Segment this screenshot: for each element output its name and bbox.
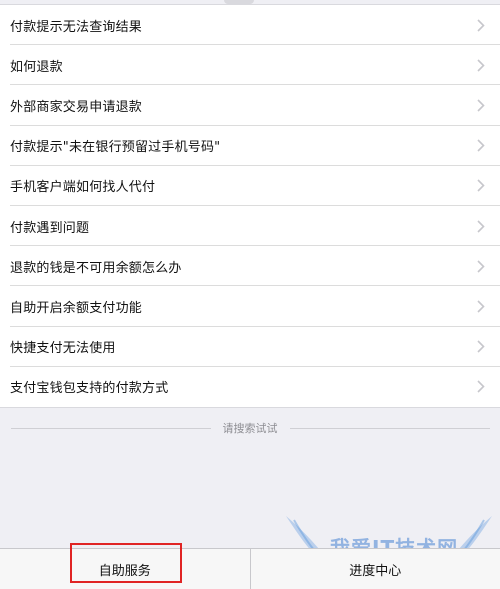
chevron-right-icon: [476, 299, 486, 313]
faq-list: 付款提示无法查询结果 如何退款 外部商家交易申请退款 付款提示"未在银行预留过手…: [0, 4, 500, 408]
highlight-box: [70, 543, 182, 583]
chevron-right-icon: [476, 58, 486, 72]
progress-center-tab-label: 进度中心: [349, 563, 402, 579]
faq-item[interactable]: 手机客户端如何找人代付: [0, 166, 500, 207]
faq-item[interactable]: 付款提示无法查询结果: [0, 5, 500, 46]
faq-item[interactable]: 快捷支付无法使用: [0, 327, 500, 367]
progress-center-tab[interactable]: 进度中心: [251, 549, 500, 589]
chevron-right-icon: [476, 98, 486, 112]
faq-item-label: 付款提示无法查询结果: [10, 19, 143, 35]
faq-item[interactable]: 外部商家交易申请退款: [0, 85, 500, 126]
faq-item[interactable]: 如何退款: [0, 45, 500, 86]
chevron-right-icon: [476, 18, 486, 32]
chevron-right-icon: [476, 340, 486, 354]
faq-item[interactable]: 自助开启余额支付功能: [0, 286, 500, 327]
faq-item-label: 付款遇到问题: [10, 220, 90, 236]
chevron-right-icon: [476, 219, 486, 233]
divider-line: [10, 427, 211, 429]
chevron-right-icon: [476, 259, 486, 273]
faq-item-label: 退款的钱是不可用余额怎么办: [10, 260, 182, 276]
faq-item-label: 付款提示"未在银行预留过手机号码": [10, 140, 221, 156]
search-hint-text[interactable]: 请搜索试试: [223, 420, 278, 436]
faq-item[interactable]: 退款的钱是不可用余额怎么办: [0, 246, 500, 287]
faq-item-label: 如何退款: [10, 59, 63, 75]
faq-item-label: 手机客户端如何找人代付: [10, 180, 156, 196]
faq-item-label: 支付宝钱包支持的付款方式: [10, 381, 169, 397]
chevron-right-icon: [476, 179, 486, 193]
faq-item[interactable]: 付款遇到问题: [0, 206, 500, 247]
faq-item[interactable]: 付款提示"未在银行预留过手机号码": [0, 126, 500, 166]
faq-item-label: 快捷支付无法使用: [10, 341, 116, 357]
search-hint-row: 请搜索试试: [0, 416, 500, 440]
faq-item-label: 外部商家交易申请退款: [10, 99, 143, 115]
chevron-right-icon: [476, 139, 486, 153]
faq-item-label: 自助开启余额支付功能: [10, 300, 143, 316]
chevron-right-icon: [476, 380, 486, 394]
divider-line: [289, 427, 490, 429]
faq-item[interactable]: 支付宝钱包支持的付款方式: [0, 367, 500, 407]
